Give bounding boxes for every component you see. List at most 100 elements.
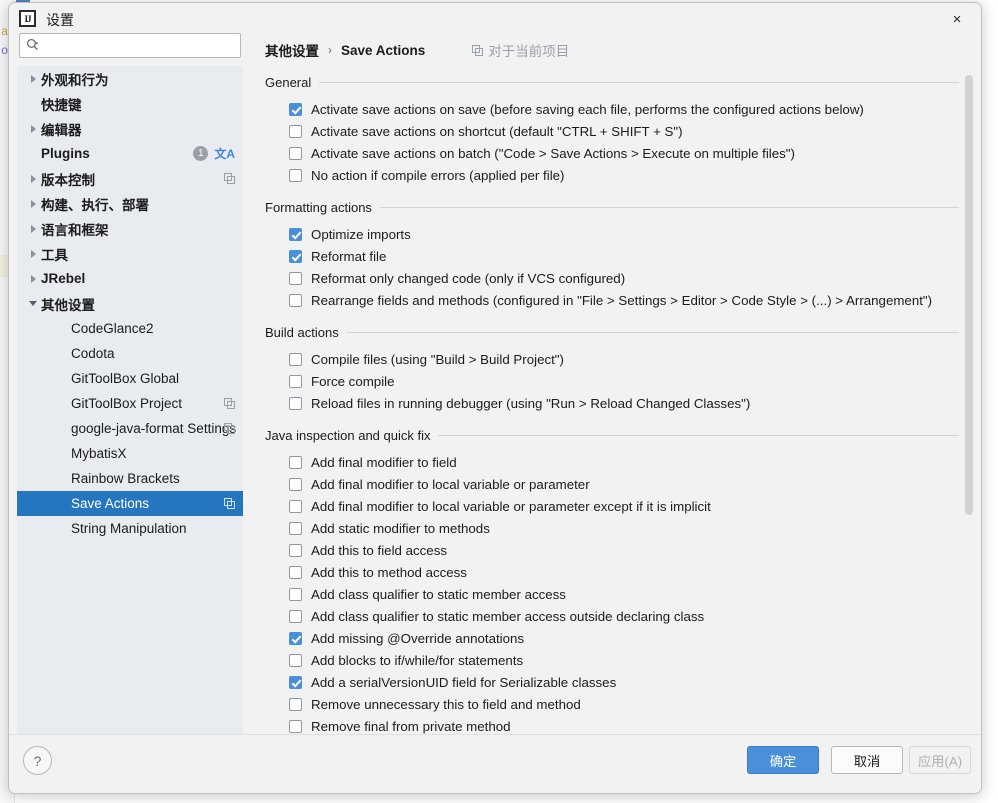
- group-title: Build actions: [265, 325, 339, 340]
- group-header: Java inspection and quick fix: [249, 428, 973, 443]
- sidebar-item-codota[interactable]: Codota: [17, 341, 243, 366]
- sidebar-item-[interactable]: 版本控制: [17, 166, 243, 191]
- checkbox-label: Add this to method access: [311, 564, 467, 580]
- sidebar-item-gittoolbox-project[interactable]: GitToolBox Project: [17, 391, 243, 416]
- settings-scroll-area[interactable]: General Activate save actions on save (be…: [249, 75, 973, 746]
- sidebar-item-[interactable]: 编辑器: [17, 116, 243, 141]
- checkbox-row[interactable]: Compile files (using "Build > Build Proj…: [249, 348, 973, 370]
- checkbox-row[interactable]: Add final modifier to local variable or …: [249, 473, 973, 495]
- sidebar-item-codeglance2[interactable]: CodeGlance2: [17, 316, 243, 341]
- checkbox-unchecked[interactable]: [289, 396, 302, 410]
- sidebar-item-[interactable]: 快捷键: [17, 91, 243, 116]
- chevron-right-icon[interactable]: [25, 266, 41, 291]
- checkbox-row[interactable]: Add blocks to if/while/for statements: [249, 649, 973, 671]
- checkbox-checked[interactable]: [289, 249, 302, 263]
- checkbox-row[interactable]: Add final modifier to local variable or …: [249, 495, 973, 517]
- checkbox-checked[interactable]: [289, 631, 302, 645]
- chevron-right-icon[interactable]: [25, 66, 41, 91]
- translate-icon[interactable]: 文A: [214, 145, 235, 162]
- checkbox-row[interactable]: Force compile: [249, 370, 973, 392]
- sidebar-item-[interactable]: 外观和行为: [17, 66, 243, 91]
- chevron-right-icon[interactable]: [25, 116, 41, 141]
- chevron-down-icon[interactable]: [25, 291, 41, 316]
- checkbox-unchecked[interactable]: [289, 293, 302, 307]
- checkbox-row[interactable]: Add missing @Override annotations: [249, 627, 973, 649]
- sidebar-item-gittoolbox-global[interactable]: GitToolBox Global: [17, 366, 243, 391]
- checkbox-row[interactable]: Reload files in running debugger (using …: [249, 392, 973, 414]
- sidebar-item-save-actions[interactable]: Save Actions: [17, 491, 243, 516]
- checkbox-unchecked[interactable]: [289, 565, 302, 579]
- help-button[interactable]: ?: [23, 746, 52, 775]
- sidebar-item-[interactable]: 构建、执行、部署: [17, 191, 243, 216]
- checkbox-row[interactable]: Add class qualifier to static member acc…: [249, 605, 973, 627]
- checkbox-row[interactable]: Reformat only changed code (only if VCS …: [249, 267, 973, 289]
- copy-icon: [224, 498, 235, 509]
- checkbox-row[interactable]: No action if compile errors (applied per…: [249, 164, 973, 186]
- breadcrumb-separator-icon: ›: [328, 43, 332, 57]
- sidebar-item-rainbow-brackets[interactable]: Rainbow Brackets: [17, 466, 243, 491]
- checkbox-row[interactable]: Optimize imports: [249, 223, 973, 245]
- sidebar-item-[interactable]: 语言和框架: [17, 216, 243, 241]
- checkbox-row[interactable]: Remove unnecessary this to field and met…: [249, 693, 973, 715]
- sidebar-item-google-java-format-settings[interactable]: google-java-format Settings: [17, 416, 243, 441]
- checkbox-unchecked[interactable]: [289, 352, 302, 366]
- checkbox-label: Add static modifier to methods: [311, 520, 490, 536]
- chevron-right-icon[interactable]: [25, 166, 41, 191]
- vertical-scrollbar[interactable]: [964, 75, 973, 746]
- search-input-box[interactable]: [19, 33, 241, 58]
- scrollbar-thumb[interactable]: [965, 75, 973, 515]
- checkbox-unchecked[interactable]: [289, 653, 302, 667]
- checkbox-unchecked[interactable]: [289, 168, 302, 182]
- checkbox-unchecked[interactable]: [289, 499, 302, 513]
- sidebar-item-[interactable]: 工具: [17, 241, 243, 266]
- checkbox-unchecked[interactable]: [289, 477, 302, 491]
- checkbox-checked[interactable]: [289, 227, 302, 241]
- checkbox-unchecked[interactable]: [289, 719, 302, 733]
- checkbox-unchecked[interactable]: [289, 697, 302, 711]
- checkbox-unchecked[interactable]: [289, 609, 302, 623]
- checkbox-label: Optimize imports: [311, 226, 411, 242]
- settings-tree[interactable]: 外观和行为快捷键编辑器 Plugins 1 文A 版本控制 构建、执行、部署 语言和框架 工具…: [17, 66, 243, 746]
- sidebar-item-mybatisx[interactable]: MybatisX: [17, 441, 243, 466]
- sidebar-item-plugins[interactable]: Plugins 1 文A: [17, 141, 243, 166]
- checkbox-row[interactable]: Activate save actions on save (before sa…: [249, 98, 973, 120]
- ok-button[interactable]: 确定: [747, 746, 819, 774]
- chevron-right-glyph: [30, 199, 36, 208]
- cancel-button[interactable]: 取消: [831, 746, 903, 774]
- checkbox-unchecked[interactable]: [289, 455, 302, 469]
- screen: a o IJ 设置 × 外观和行为 快捷键 编辑器 Plugins 1 文A 版本控制 构建、…: [0, 0, 998, 803]
- checkbox-row[interactable]: Add this to method access: [249, 561, 973, 583]
- sidebar-item-label: 快捷键: [41, 97, 82, 113]
- sidebar-item-label: Rainbow Brackets: [71, 471, 180, 486]
- checkbox-row[interactable]: Activate save actions on shortcut (defau…: [249, 120, 973, 142]
- chevron-right-icon[interactable]: [25, 241, 41, 266]
- chevron-right-icon[interactable]: [25, 191, 41, 216]
- chevron-right-glyph: [30, 274, 36, 283]
- checkbox-row[interactable]: Add class qualifier to static member acc…: [249, 583, 973, 605]
- checkbox-unchecked[interactable]: [289, 146, 302, 160]
- checkbox-row[interactable]: Activate save actions on batch ("Code > …: [249, 142, 973, 164]
- breadcrumb-parent[interactable]: 其他设置: [265, 40, 319, 60]
- sidebar-item-jrebel[interactable]: JRebel: [17, 266, 243, 291]
- checkbox-unchecked[interactable]: [289, 521, 302, 535]
- checkbox-row[interactable]: Add this to field access: [249, 539, 973, 561]
- sidebar-item-[interactable]: 其他设置: [17, 291, 243, 316]
- settings-search[interactable]: [19, 33, 241, 58]
- checkbox-unchecked[interactable]: [289, 587, 302, 601]
- checkbox-unchecked[interactable]: [289, 374, 302, 388]
- chevron-right-icon[interactable]: [25, 216, 41, 241]
- checkbox-unchecked[interactable]: [289, 543, 302, 557]
- checkbox-row[interactable]: Add final modifier to field: [249, 451, 973, 473]
- sidebar-item-string-manipulation[interactable]: String Manipulation: [17, 516, 243, 541]
- checkbox-unchecked[interactable]: [289, 271, 302, 285]
- checkbox-checked[interactable]: [289, 102, 302, 116]
- checkbox-label: Force compile: [311, 373, 395, 389]
- checkbox-unchecked[interactable]: [289, 124, 302, 138]
- sidebar-item-label: Plugins: [41, 146, 90, 161]
- checkbox-checked[interactable]: [289, 675, 302, 689]
- checkbox-row[interactable]: Rearrange fields and methods (configured…: [249, 289, 973, 311]
- checkbox-row[interactable]: Add a serialVersionUID field for Seriali…: [249, 671, 973, 693]
- checkbox-row[interactable]: Add static modifier to methods: [249, 517, 973, 539]
- checkbox-row[interactable]: Reformat file: [249, 245, 973, 267]
- settings-groups: General Activate save actions on save (be…: [249, 75, 973, 737]
